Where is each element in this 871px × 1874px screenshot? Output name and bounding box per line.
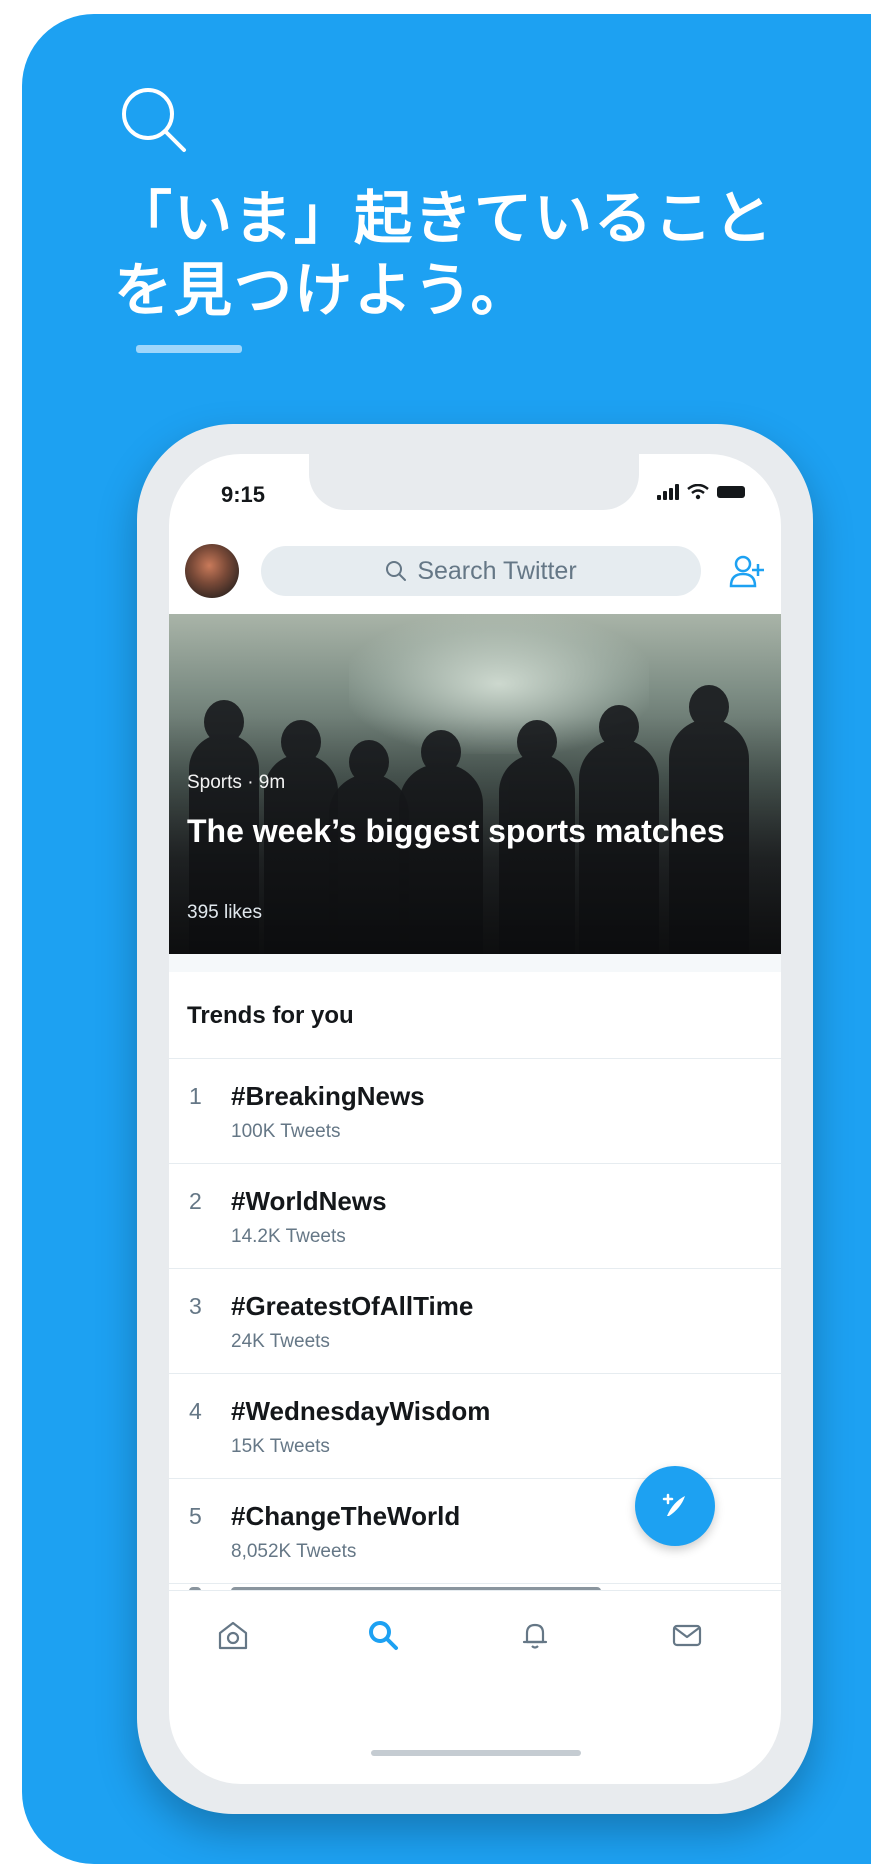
trend-rank: 3	[189, 1293, 202, 1319]
top-bar: Search Twitter	[169, 530, 781, 615]
phone-mockup: 9:15 Search Twitter Sports · 9m The week…	[137, 424, 813, 1814]
featured-story[interactable]: Sports · 9m The week’s biggest sports ma…	[169, 614, 781, 954]
search-placeholder: Search Twitter	[417, 556, 577, 585]
trend-rank: 2	[189, 1188, 202, 1214]
trend-count: 100K Tweets	[231, 1121, 341, 1142]
search-icon	[122, 88, 186, 152]
search-icon	[386, 561, 407, 581]
trend-count: 15K Tweets	[231, 1436, 330, 1457]
story-meta: Sports · 9m	[187, 772, 286, 793]
mail-icon	[672, 1624, 702, 1647]
trend-item[interactable]: 4 #WednesdayWisdom 15K Tweets	[169, 1374, 781, 1479]
wifi-icon	[687, 484, 709, 500]
phone-screen: 9:15 Search Twitter Sports · 9m The week…	[169, 454, 781, 1784]
trend-name: #GreatestOfAllTime	[231, 1291, 474, 1321]
trend-count: 8,052K Tweets	[231, 1541, 357, 1562]
battery-icon	[717, 486, 745, 498]
tab-notifications[interactable]	[513, 1613, 557, 1657]
tab-bar	[169, 1590, 781, 1691]
trend-name: #WednesdayWisdom	[231, 1396, 491, 1426]
compose-tweet-button[interactable]	[635, 1466, 715, 1546]
trend-rank: 4	[189, 1398, 202, 1424]
trend-name: #WorldNews	[231, 1186, 387, 1216]
trend-rank: 1	[189, 1083, 202, 1109]
trends-heading: Trends for you	[187, 1002, 354, 1029]
trend-item[interactable]: 3 #GreatestOfAllTime 24K Tweets	[169, 1269, 781, 1374]
search-icon	[369, 1621, 398, 1650]
trend-item[interactable]: 2 #WorldNews 14.2K Tweets	[169, 1164, 781, 1269]
tab-home[interactable]	[211, 1613, 255, 1657]
headline-underline	[136, 345, 242, 353]
avatar[interactable]	[185, 544, 239, 598]
trend-name: #ChangeTheWorld	[231, 1501, 461, 1531]
compose-tweet-icon	[662, 1493, 685, 1516]
status-icons	[657, 484, 745, 500]
signal-icon	[657, 484, 679, 500]
trend-rank: 5	[189, 1503, 202, 1529]
status-time: 9:15	[221, 482, 266, 507]
home-icon	[218, 1621, 248, 1650]
bell-icon	[522, 1623, 548, 1649]
trend-count: 24K Tweets	[231, 1331, 330, 1352]
trend-name: #BreakingNews	[231, 1081, 425, 1111]
add-user-icon[interactable]	[727, 552, 767, 592]
home-indicator	[371, 1750, 581, 1756]
search-input[interactable]: Search Twitter	[261, 546, 701, 596]
story-likes: 395 likes	[187, 902, 262, 923]
tab-messages[interactable]	[665, 1613, 709, 1657]
section-divider	[169, 954, 781, 972]
promo-banner: 「いま」起きていること を見つけよう。 9:15 Search Twitter …	[22, 14, 871, 1864]
promo-headline: 「いま」起きていること を見つけよう。	[114, 184, 775, 324]
phone-notch	[309, 454, 639, 510]
trend-item[interactable]: 1 #BreakingNews 100K Tweets	[169, 1059, 781, 1164]
trend-count: 14.2K Tweets	[231, 1226, 346, 1247]
tab-search[interactable]	[361, 1613, 405, 1657]
story-title: The week’s biggest sports matches	[187, 813, 725, 849]
